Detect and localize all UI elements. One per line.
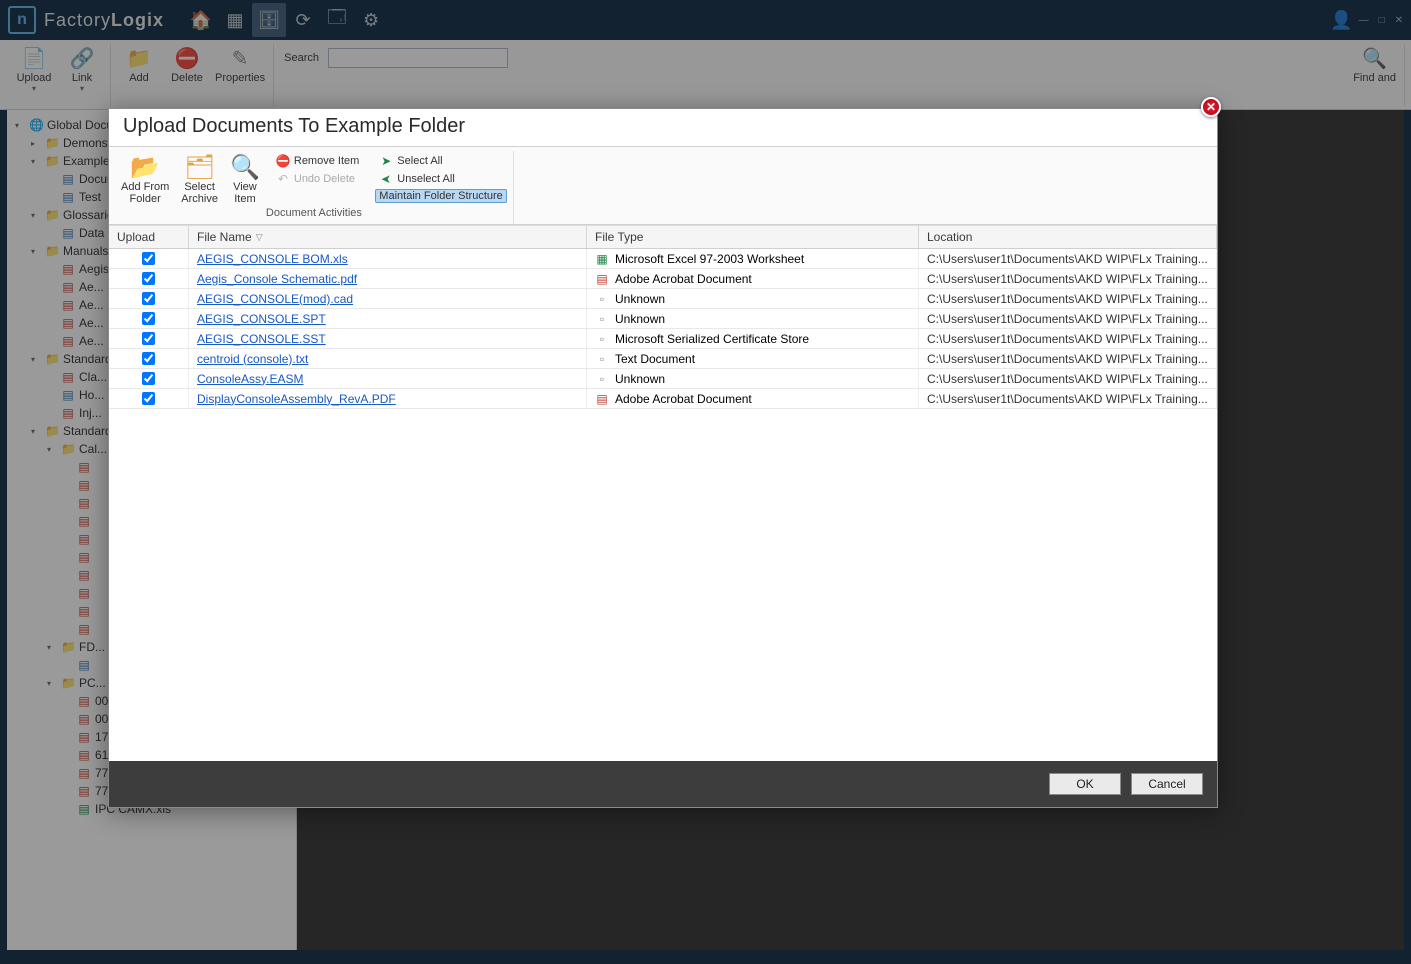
grid-header: Upload File Name▽ File Type Location xyxy=(109,226,1217,249)
file-type-text: Unknown xyxy=(615,292,665,306)
filetype-icon: ▫ xyxy=(595,292,609,306)
add-from-folder-button[interactable]: 📂 Add From Folder xyxy=(115,151,175,207)
archive-icon: 🗂 xyxy=(184,153,214,181)
filetype-icon: ▦ xyxy=(595,252,609,266)
dialog-footer: OK Cancel xyxy=(109,761,1217,807)
dialog-close-button[interactable]: ✕ xyxy=(1201,97,1221,117)
file-type-text: Text Document xyxy=(615,352,695,366)
undo-icon: ↶ xyxy=(276,172,290,186)
row-checkbox[interactable] xyxy=(142,292,155,305)
remove-item-button[interactable]: ⛔ Remove Item xyxy=(272,153,363,169)
folder-plus-icon: 📂 xyxy=(130,153,160,181)
arrow-left-icon: ➤ xyxy=(379,172,393,186)
table-row[interactable]: AEGIS_CONSOLE.SPT ▫ Unknown C:\Users\user… xyxy=(109,309,1217,329)
table-row[interactable]: AEGIS_CONSOLE BOM.xls ▦ Microsoft Excel 9… xyxy=(109,249,1217,269)
view-item-button[interactable]: 🔍 View Item xyxy=(224,151,266,207)
table-row[interactable]: ConsoleAssy.EASM ▫ Unknown C:\Users\user1… xyxy=(109,369,1217,389)
select-archive-button[interactable]: 🗂 Select Archive xyxy=(175,151,224,207)
col-file-type[interactable]: File Type xyxy=(587,226,919,248)
file-type-text: Microsoft Serialized Certificate Store xyxy=(615,332,809,346)
arrow-right-icon: ➤ xyxy=(379,154,393,168)
filetype-icon: ▤ xyxy=(595,392,609,406)
cancel-button[interactable]: Cancel xyxy=(1131,773,1203,795)
ok-button[interactable]: OK xyxy=(1049,773,1121,795)
table-row[interactable]: Aegis_Console Schematic.pdf ▤ Adobe Acrob… xyxy=(109,269,1217,289)
row-checkbox[interactable] xyxy=(142,372,155,385)
undo-delete-button[interactable]: ↶ Undo Delete xyxy=(272,171,363,187)
file-location-text: C:\Users\user1t\Documents\AKD WIP\FLx Tr… xyxy=(927,372,1208,386)
filetype-icon: ▤ xyxy=(595,272,609,286)
filetype-icon: ▫ xyxy=(595,352,609,366)
file-type-text: Unknown xyxy=(615,372,665,386)
filetype-icon: ▫ xyxy=(595,312,609,326)
row-checkbox[interactable] xyxy=(142,392,155,405)
dialog-toolbar: 📂 Add From Folder 🗂 Select Archive 🔍 Vie… xyxy=(109,146,1217,225)
upload-grid: Upload File Name▽ File Type Location AEG… xyxy=(109,225,1217,761)
row-checkbox[interactable] xyxy=(142,272,155,285)
file-location-text: C:\Users\user1t\Documents\AKD WIP\FLx Tr… xyxy=(927,272,1208,286)
upload-dialog: ✕ Upload Documents To Example Folder 📂 A… xyxy=(108,108,1218,808)
file-name-link[interactable]: AEGIS_CONSOLE(mod).cad xyxy=(197,292,353,306)
table-row[interactable]: AEGIS_CONSOLE(mod).cad ▫ Unknown C:\Users… xyxy=(109,289,1217,309)
remove-circle-icon: ⛔ xyxy=(276,154,290,168)
row-checkbox[interactable] xyxy=(142,352,155,365)
file-type-text: Unknown xyxy=(615,312,665,326)
file-type-text: Microsoft Excel 97-2003 Worksheet xyxy=(615,252,804,266)
row-checkbox[interactable] xyxy=(142,252,155,265)
table-row[interactable]: AEGIS_CONSOLE.SST ▫ Microsoft Serialized … xyxy=(109,329,1217,349)
dialog-title: Upload Documents To Example Folder xyxy=(109,109,1217,146)
file-location-text: C:\Users\user1t\Documents\AKD WIP\FLx Tr… xyxy=(927,352,1208,366)
filter-icon[interactable]: ▽ xyxy=(256,232,263,243)
file-location-text: C:\Users\user1t\Documents\AKD WIP\FLx Tr… xyxy=(927,252,1208,266)
col-upload[interactable]: Upload xyxy=(109,226,189,248)
table-row[interactable]: centroid (console).txt ▫ Text Document C:… xyxy=(109,349,1217,369)
unselect-all-button[interactable]: ➤ Unselect All xyxy=(375,171,507,187)
view-item-icon: 🔍 xyxy=(230,153,260,181)
file-name-link[interactable]: DisplayConsoleAssembly_RevA.PDF xyxy=(197,392,396,406)
row-checkbox[interactable] xyxy=(142,312,155,325)
file-name-link[interactable]: AEGIS_CONSOLE.SPT xyxy=(197,312,326,326)
file-location-text: C:\Users\user1t\Documents\AKD WIP\FLx Tr… xyxy=(927,312,1208,326)
file-name-link[interactable]: AEGIS_CONSOLE BOM.xls xyxy=(197,252,348,266)
file-location-text: C:\Users\user1t\Documents\AKD WIP\FLx Tr… xyxy=(927,332,1208,346)
filetype-icon: ▫ xyxy=(595,332,609,346)
table-row[interactable]: DisplayConsoleAssembly_RevA.PDF ▤ Adobe A… xyxy=(109,389,1217,409)
select-all-button[interactable]: ➤ Select All xyxy=(375,153,507,169)
row-checkbox[interactable] xyxy=(142,332,155,345)
maintain-folder-structure-toggle[interactable]: Maintain Folder Structure xyxy=(375,189,507,203)
file-name-link[interactable]: Aegis_Console Schematic.pdf xyxy=(197,272,357,286)
file-type-text: Adobe Acrobat Document xyxy=(615,392,752,406)
file-name-link[interactable]: ConsoleAssy.EASM xyxy=(197,372,303,386)
file-name-link[interactable]: AEGIS_CONSOLE.SST xyxy=(197,332,326,346)
toolbar-group-label: Document Activities xyxy=(115,207,513,222)
file-location-text: C:\Users\user1t\Documents\AKD WIP\FLx Tr… xyxy=(927,392,1208,406)
col-file-name[interactable]: File Name▽ xyxy=(189,226,587,248)
col-location[interactable]: Location xyxy=(919,226,1217,248)
file-name-link[interactable]: centroid (console).txt xyxy=(197,352,308,366)
filetype-icon: ▫ xyxy=(595,372,609,386)
file-location-text: C:\Users\user1t\Documents\AKD WIP\FLx Tr… xyxy=(927,292,1208,306)
file-type-text: Adobe Acrobat Document xyxy=(615,272,752,286)
